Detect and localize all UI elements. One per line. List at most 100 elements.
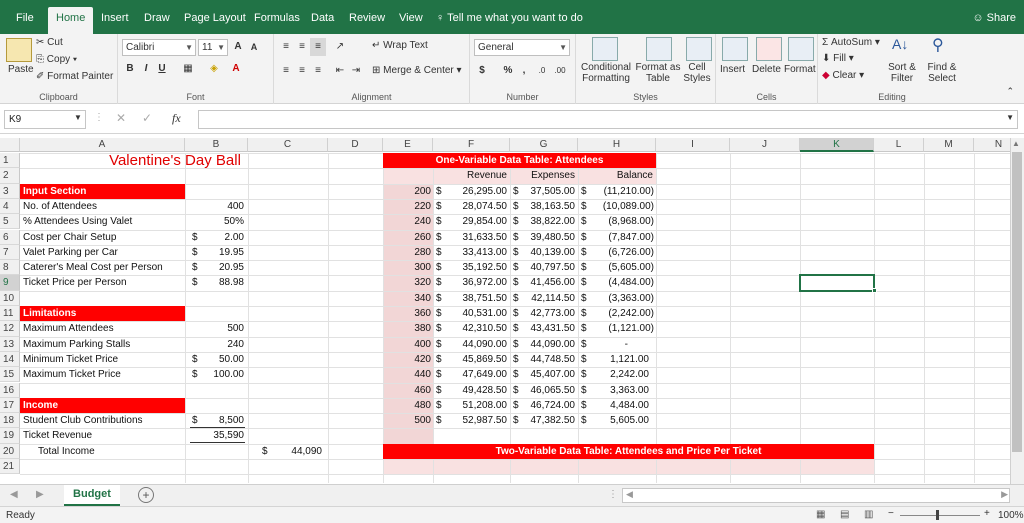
column-header-c[interactable]: C — [248, 138, 328, 152]
currency-symbol[interactable]: $ — [581, 383, 587, 398]
share-button[interactable]: ☺ Share — [972, 7, 1016, 29]
cell-styles-button[interactable]: Cell Styles — [680, 62, 714, 84]
currency-symbol[interactable]: $ — [513, 214, 519, 229]
column-header-l[interactable]: L — [874, 138, 924, 152]
column-header-m[interactable]: M — [924, 138, 974, 152]
increase-indent-icon[interactable]: ⇥ — [348, 62, 364, 80]
currency-symbol[interactable]: $ — [513, 337, 519, 352]
scroll-right-icon[interactable]: ▶ — [36, 489, 44, 500]
row-header-21[interactable]: 21 — [0, 459, 20, 475]
row-header-9[interactable]: 9 — [0, 275, 20, 291]
align-left-icon[interactable]: ≡ — [278, 62, 294, 80]
currency-symbol[interactable]: $ — [513, 306, 519, 321]
column-header-revenue[interactable]: Revenue — [433, 168, 510, 183]
row-header-2[interactable]: 2 — [0, 168, 20, 184]
expenses-value[interactable]: 40,139.00 — [522, 245, 578, 260]
currency-button[interactable]: $ — [474, 62, 490, 80]
scroll-right-icon[interactable]: ▶ — [1001, 489, 1008, 500]
currency-symbol[interactable]: $ — [581, 245, 587, 260]
limit-value[interactable]: 500 — [185, 321, 248, 336]
decrease-indent-icon[interactable]: ⇤ — [332, 62, 348, 80]
font-color-icon[interactable]: A — [228, 60, 244, 78]
income-label[interactable]: Student Club Contributions — [23, 413, 143, 428]
conditional-formatting-icon[interactable] — [592, 37, 618, 61]
tab-formulas[interactable]: Formulas — [246, 7, 308, 34]
currency-symbol[interactable]: $ — [513, 184, 519, 199]
column-header-i[interactable]: I — [656, 138, 730, 152]
attendee-count[interactable]: 200 — [383, 184, 433, 199]
scroll-left-icon[interactable]: ◀ — [10, 489, 18, 500]
percent-button[interactable]: % — [500, 62, 516, 80]
balance-value[interactable]: (7,847.00) — [590, 230, 656, 245]
balance-value[interactable]: (5,605.00) — [590, 260, 656, 275]
column-header-j[interactable]: J — [730, 138, 800, 152]
font-family-select[interactable]: Calibri ▼ — [122, 39, 196, 56]
currency-symbol[interactable]: $ — [436, 291, 442, 306]
currency-symbol[interactable]: $ — [513, 413, 519, 428]
row-header-4[interactable]: 4 — [0, 198, 20, 215]
balance-value[interactable]: 5,605.00 — [590, 413, 656, 428]
currency-symbol[interactable]: $ — [513, 245, 519, 260]
attendee-count[interactable]: 260 — [383, 230, 433, 245]
page-break-view-icon[interactable]: ▥ — [864, 509, 873, 520]
attendee-count[interactable]: 320 — [383, 275, 433, 290]
row-header-7[interactable]: 7 — [0, 244, 20, 261]
income-value[interactable]: 8,500 — [185, 413, 248, 428]
revenue-value[interactable]: 36,972.00 — [446, 275, 510, 290]
scroll-thumb[interactable] — [1012, 152, 1022, 452]
align-right-icon[interactable]: ≡ — [310, 62, 326, 80]
align-bottom-icon[interactable]: ≡ — [310, 38, 326, 56]
worksheet-grid[interactable]: A B C D E F G H I J K L M N 1 2 3 4 5 6 7 8 9 10 11 12 13 14 15 16 17 1… — [0, 138, 1024, 484]
currency-symbol[interactable]: $ — [581, 413, 587, 428]
attendee-count[interactable]: 280 — [383, 245, 433, 260]
expenses-value[interactable]: 37,505.00 — [522, 184, 578, 199]
revenue-value[interactable]: 33,413.00 — [446, 245, 510, 260]
input-label[interactable]: Cost per Chair Setup — [23, 230, 116, 245]
bold-button[interactable]: B — [122, 60, 138, 78]
tab-view[interactable]: View — [391, 7, 431, 34]
expenses-value[interactable]: 40,797.50 — [522, 260, 578, 275]
balance-value[interactable]: (2,242.00) — [590, 306, 656, 321]
shrink-font-button[interactable]: A — [246, 38, 262, 56]
currency-symbol[interactable]: $ — [513, 321, 519, 336]
tab-data[interactable]: Data — [303, 7, 342, 34]
balance-value[interactable]: (4,484.00) — [590, 275, 656, 290]
total-income-label[interactable]: Total Income — [38, 444, 95, 459]
row-header-5[interactable]: 5 — [0, 214, 20, 230]
zoom-slider[interactable] — [900, 515, 980, 516]
insert-cells-icon[interactable] — [722, 37, 748, 61]
expenses-value[interactable]: 45,407.00 — [522, 367, 578, 382]
collapse-ribbon-icon[interactable]: ⌃ — [1006, 86, 1014, 97]
tab-insert[interactable]: Insert — [93, 7, 137, 34]
row-header-12[interactable]: 12 — [0, 321, 20, 337]
input-value[interactable]: 88.98 — [185, 275, 248, 290]
add-sheet-button[interactable]: + — [138, 487, 154, 503]
section-header-income[interactable]: Income — [20, 397, 185, 414]
expenses-value[interactable]: 38,163.50 — [522, 199, 578, 214]
normal-view-icon[interactable]: ▦ — [816, 509, 825, 520]
attendee-count[interactable]: 400 — [383, 337, 433, 352]
column-header-g[interactable]: G — [510, 138, 578, 152]
currency-symbol[interactable]: $ — [581, 367, 587, 382]
balance-value[interactable]: (6,726.00) — [590, 245, 656, 260]
currency-symbol[interactable]: $ — [581, 321, 587, 336]
zoom-level[interactable]: 100% — [998, 510, 1024, 521]
balance-value[interactable]: 1,121.00 — [590, 352, 656, 367]
balance-value[interactable]: (11,210.00) — [590, 184, 656, 199]
currency-symbol[interactable]: $ — [436, 367, 442, 382]
currency-symbol[interactable]: $ — [581, 214, 587, 229]
tab-draw[interactable]: Draw — [136, 7, 178, 34]
revenue-value[interactable]: 49,428.50 — [446, 383, 510, 398]
zoom-slider-thumb[interactable] — [936, 510, 939, 520]
format-as-table-icon[interactable] — [646, 37, 672, 61]
zoom-in-button[interactable]: + — [984, 508, 990, 519]
cell-styles-icon[interactable] — [686, 37, 712, 61]
row-header-17[interactable]: 17 — [0, 397, 20, 414]
cut-button[interactable]: ✂ Cut — [36, 37, 63, 48]
grow-font-button[interactable]: A — [230, 38, 246, 56]
currency-symbol[interactable]: $ — [513, 352, 519, 367]
insert-function-button[interactable]: fx — [172, 111, 181, 126]
input-value[interactable]: 50% — [185, 214, 248, 229]
currency-symbol[interactable]: $ — [513, 398, 519, 413]
expenses-value[interactable]: 46,724.00 — [522, 398, 578, 413]
